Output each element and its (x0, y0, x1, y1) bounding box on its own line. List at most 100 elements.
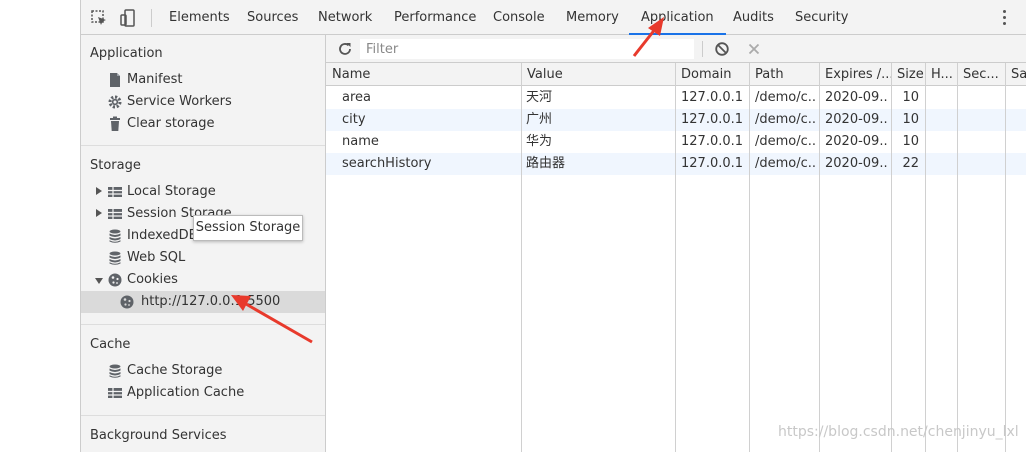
devtools-window: Elements Sources Network Performance Con… (0, 0, 1026, 452)
gear-icon (107, 94, 123, 110)
filter-input[interactable] (360, 39, 694, 59)
column-header-samesite[interactable]: Sa (1005, 63, 1026, 86)
cookie-path: /demo/c... (755, 156, 817, 171)
database-icon (107, 228, 123, 244)
cookies-table: Name Value Domain Path Expires /... Size… (326, 63, 1026, 452)
tab-audits[interactable]: Audits (733, 0, 774, 35)
tab-application[interactable]: Application (629, 0, 726, 35)
sidebar-item-label: Local Storage (127, 184, 216, 199)
device-toolbar-icon[interactable] (119, 9, 137, 27)
table-row[interactable]: city 广州 127.0.0.1 /demo/c... 2020-09... … (326, 109, 1026, 131)
cookie-icon (107, 272, 123, 288)
column-divider[interactable] (1005, 63, 1006, 452)
cookie-value: 路由器 (526, 156, 566, 171)
sidebar-item-label: Web SQL (127, 250, 186, 265)
table-header: Name Value Domain Path Expires /... Size… (326, 63, 1026, 86)
cookie-name: name (342, 134, 379, 149)
tab-performance[interactable]: Performance (394, 0, 476, 35)
table-row[interactable]: searchHistory 路由器 127.0.0.1 /demo/c... 2… (326, 153, 1026, 175)
section-title-storage: Storage (90, 158, 141, 173)
tab-memory[interactable]: Memory (566, 0, 619, 35)
cookie-path: /demo/c... (755, 112, 817, 127)
table-icon (107, 385, 123, 401)
section-title-background-services: Background Services (90, 428, 227, 443)
cookies-pane: Name Value Domain Path Expires /... Size… (326, 35, 1026, 452)
delete-selected-icon[interactable] (746, 41, 762, 57)
column-header-path[interactable]: Path (749, 63, 819, 86)
clear-all-icon[interactable] (714, 41, 730, 57)
column-header-size[interactable]: Size (891, 63, 925, 86)
sidebar-item-label: Manifest (127, 72, 183, 87)
tab-console[interactable]: Console (493, 0, 545, 35)
column-divider[interactable] (521, 63, 522, 452)
table-icon (107, 206, 123, 222)
cookie-value: 天河 (526, 90, 553, 105)
watermark: https://blog.csdn.net/chenjinyu_lxl (778, 424, 1019, 440)
column-divider[interactable] (925, 63, 926, 452)
tab-sources[interactable]: Sources (247, 0, 298, 35)
column-divider[interactable] (675, 63, 676, 452)
table-icon (107, 184, 123, 200)
cookie-value: 广州 (526, 112, 553, 127)
more-options-icon[interactable] (1002, 9, 1006, 27)
cookie-name: searchHistory (342, 156, 432, 171)
cookie-size: 22 (902, 156, 919, 171)
column-divider[interactable] (819, 63, 820, 452)
toolbar-separator (151, 9, 152, 27)
cookie-path: /demo/c... (755, 134, 817, 149)
sidebar-item-label: IndexedDB (127, 228, 198, 243)
column-header-secure[interactable]: Sec... (957, 63, 1005, 86)
section-title-application: Application (90, 46, 163, 61)
cookie-path: /demo/c... (755, 90, 817, 105)
cookie-domain: 127.0.0.1 (681, 134, 744, 149)
sidebar-item-label: Clear storage (127, 116, 215, 131)
column-divider[interactable] (749, 63, 750, 452)
table-row[interactable]: area 天河 127.0.0.1 /demo/c... 2020-09... … (326, 87, 1026, 109)
tooltip: Session Storage (193, 215, 303, 241)
cookie-size: 10 (902, 112, 919, 127)
cookie-domain: 127.0.0.1 (681, 156, 744, 171)
expand-arrow-icon[interactable] (96, 209, 102, 217)
inspect-element-icon[interactable] (90, 9, 108, 27)
application-sidebar: Application Manifest Service Workers Cle… (80, 35, 326, 452)
table-row[interactable]: name 华为 127.0.0.1 /demo/c... 2020-09... … (326, 131, 1026, 153)
sidebar-item-label: Service Workers (127, 94, 232, 109)
tab-security[interactable]: Security (795, 0, 848, 35)
cookie-size: 10 (902, 90, 919, 105)
tab-network[interactable]: Network (318, 0, 372, 35)
cookie-name: area (342, 90, 371, 105)
cookie-expires: 2020-09... (825, 134, 889, 149)
devtools-toolbar: Elements Sources Network Performance Con… (80, 0, 1026, 35)
cookie-expires: 2020-09... (825, 112, 889, 127)
sidebar-item-label: Application Cache (127, 385, 245, 400)
cookie-filter-bar (326, 35, 1026, 63)
cookie-domain: 127.0.0.1 (681, 112, 744, 127)
collapse-arrow-icon[interactable] (95, 278, 103, 284)
column-header-value[interactable]: Value (521, 63, 675, 86)
column-divider[interactable] (957, 63, 958, 452)
refresh-icon[interactable] (337, 41, 353, 57)
cookie-name: city (342, 112, 366, 127)
section-divider (81, 145, 325, 146)
file-icon (107, 72, 123, 88)
column-divider[interactable] (891, 63, 892, 452)
cookie-value: 华为 (526, 134, 553, 149)
section-divider (81, 415, 325, 416)
database-icon (107, 363, 123, 379)
trash-icon (107, 116, 123, 132)
toolbar-separator (702, 41, 703, 57)
cookie-expires: 2020-09... (825, 156, 889, 171)
column-header-httponly[interactable]: H... (925, 63, 957, 86)
tab-elements[interactable]: Elements (169, 0, 230, 35)
column-header-domain[interactable]: Domain (675, 63, 749, 86)
cookie-size: 10 (902, 134, 919, 149)
sidebar-item-label: Cookies (127, 272, 178, 287)
section-title-cache: Cache (90, 337, 131, 352)
database-icon (107, 250, 123, 266)
column-header-expires[interactable]: Expires /... (819, 63, 891, 86)
cookie-icon (119, 294, 135, 310)
cookie-domain: 127.0.0.1 (681, 90, 744, 105)
section-divider (81, 324, 325, 325)
column-header-name[interactable]: Name (326, 63, 521, 86)
expand-arrow-icon[interactable] (96, 187, 102, 195)
